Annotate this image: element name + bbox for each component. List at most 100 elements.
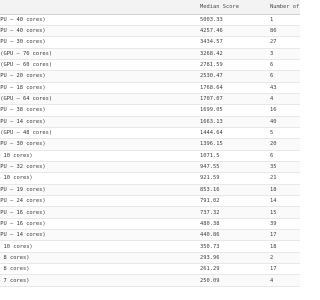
median-score-cell: 261.29 — [200, 266, 220, 273]
column-header-number-of-benchmarks[interactable]: Number of Be — [264, 0, 300, 14]
table-row[interactable]: ro (GPU — 16 cores) 737.32 15 — [0, 206, 300, 219]
device-cell: ltra (GPU — 64 cores) — [0, 96, 53, 103]
benchmark-count-cell: 3 — [270, 50, 274, 57]
device-cell: ro (GPU — 20 cores) — [0, 73, 46, 80]
device-cell: GPU — 10 cores) — [0, 152, 33, 159]
device-cell: ltra (GPU — 48 cores) — [0, 130, 53, 137]
table-row[interactable]: ltra (GPU — 64 cores) 1707.07 4 — [0, 93, 300, 105]
device-cell: ax (GPU — 30 cores) — [0, 39, 46, 46]
device-cell: ro (GPU — 18 cores) — [0, 84, 46, 91]
device-cell: ro (GPU — 16 cores) — [0, 209, 46, 216]
table-row[interactable]: ax (GPU — 32 cores) 947.55 35 — [0, 161, 300, 173]
median-score-cell: 480.38 — [200, 220, 220, 227]
benchmark-count-cell: 2 — [270, 254, 274, 261]
median-score-cell: 1396.15 — [200, 141, 223, 148]
benchmark-count-cell: 21 — [270, 175, 277, 182]
benchmark-count-cell: 17 — [270, 266, 277, 273]
benchmark-count-cell: 86 — [270, 28, 277, 35]
benchmark-count-cell: 35 — [270, 164, 277, 171]
median-score-cell: 1699.05 — [200, 107, 223, 114]
table-row[interactable]: ltra (GPU — 60 cores) 2781.59 6 — [0, 59, 300, 71]
table-row[interactable]: ro (GPU — 19 cores) 853.16 18 — [0, 184, 300, 196]
table-row[interactable]: ro (GPU — 14 cores) 1663.13 40 — [0, 116, 300, 128]
column-header-device[interactable] — [0, 0, 194, 14]
median-score-cell: 1071.5 — [200, 152, 220, 159]
table-row[interactable]: GPU — 10 cores) 350.73 18 — [0, 240, 300, 253]
column-header-median-score[interactable]: Median Score — [194, 0, 264, 14]
median-score-cell: 2530.47 — [200, 73, 223, 80]
table-row[interactable]: ro (GPU — 16 cores) 480.38 39 — [0, 218, 300, 230]
header-row: Median Score Number of Be — [0, 0, 300, 14]
device-cell: ax (GPU — 24 cores) — [0, 198, 46, 205]
median-score-cell: 1444.64 — [200, 130, 223, 137]
device-cell: ax (GPU — 32 cores) — [0, 164, 46, 171]
table-row[interactable]: GPU — 10 cores) 1071.5 6 — [0, 150, 300, 162]
device-cell: ltra (GPU — 76 cores) — [0, 50, 53, 57]
device-cell: GPU — 10 cores) — [0, 243, 33, 250]
benchmark-count-cell: 6 — [270, 152, 274, 159]
median-score-cell: 2781.59 — [200, 62, 223, 69]
table-row[interactable]: ax (GPU — 30 cores) 1396.15 20 — [0, 138, 300, 151]
table-header: Median Score Number of Be — [0, 0, 300, 14]
median-score-cell: 737.32 — [200, 209, 220, 216]
benchmark-count-cell: 4 — [270, 277, 274, 284]
gpu-benchmark-table: Median Score Number of Be ax (GPU — 40 c… — [0, 0, 300, 287]
table-row[interactable]: ltra (GPU — 76 cores) 3268.42 3 — [0, 48, 300, 60]
median-score-cell: 250.09 — [200, 277, 220, 284]
table-row[interactable]: ax (GPU — 38 cores) 1699.05 16 — [0, 104, 300, 117]
table-row[interactable]: ro (GPU — 20 cores) 2530.47 6 — [0, 70, 300, 83]
median-score-cell: 440.86 — [200, 232, 220, 239]
device-cell: GPU — 8 cores) — [0, 254, 30, 261]
median-score-cell: 921.59 — [200, 175, 220, 182]
benchmark-count-cell: 17 — [270, 232, 277, 239]
benchmark-count-cell: 18 — [270, 243, 277, 250]
benchmark-count-cell: 40 — [270, 118, 277, 125]
results-table-viewport: Median Score Number of Be ax (GPU — 40 c… — [0, 0, 300, 300]
table-row[interactable]: ax (GPU — 24 cores) 791.02 14 — [0, 195, 300, 207]
median-score-cell: 791.02 — [200, 198, 220, 205]
median-score-cell: 1707.07 — [200, 96, 223, 103]
benchmark-count-cell: 6 — [270, 62, 274, 69]
benchmark-count-cell: 1 — [270, 16, 274, 23]
table-row[interactable]: GPU — 10 cores) 921.59 21 — [0, 172, 300, 185]
benchmark-count-cell: 16 — [270, 107, 277, 114]
median-score-cell: 853.16 — [200, 186, 220, 193]
median-score-cell: 350.73 — [200, 243, 220, 250]
median-score-cell: 3268.42 — [200, 50, 223, 57]
benchmark-count-cell: 27 — [270, 39, 277, 46]
median-score-cell: 3434.57 — [200, 39, 223, 46]
median-score-cell: 1768.64 — [200, 84, 223, 91]
benchmark-count-cell: 14 — [270, 198, 277, 205]
benchmark-count-cell: 18 — [270, 186, 277, 193]
device-cell: ro (GPU — 19 cores) — [0, 186, 46, 193]
table-row[interactable]: ax (GPU — 30 cores) 3434.57 27 — [0, 36, 300, 49]
device-cell: ax (GPU — 40 cores) — [0, 16, 46, 23]
table-row[interactable]: ro (GPU — 18 cores) 1768.64 43 — [0, 82, 300, 94]
device-cell: ax (GPU — 30 cores) — [0, 141, 46, 148]
table-row[interactable]: ax (GPU — 40 cores) 5003.33 1 — [0, 14, 300, 26]
benchmark-count-cell: 43 — [270, 84, 277, 91]
device-cell: ro (GPU — 14 cores) — [0, 232, 46, 239]
table-row[interactable]: ro (GPU — 14 cores) 440.86 17 — [0, 229, 300, 241]
table-row[interactable]: GPU — 8 cores) 261.29 17 — [0, 263, 300, 275]
table-row[interactable]: ax (GPU — 40 cores) 4257.46 86 — [0, 25, 300, 37]
table-row[interactable]: ltra (GPU — 48 cores) 1444.64 5 — [0, 127, 300, 139]
device-cell: ax (GPU — 38 cores) — [0, 107, 46, 114]
benchmark-count-cell: 15 — [270, 209, 277, 216]
median-score-cell: 1663.13 — [200, 118, 223, 125]
device-cell: ax (GPU — 40 cores) — [0, 28, 46, 35]
benchmark-count-cell: 6 — [270, 73, 274, 80]
median-score-cell: 293.96 — [200, 254, 220, 261]
device-cell: GPU — 10 cores) — [0, 175, 33, 182]
table-row[interactable]: GPU — 7 cores) 250.09 4 — [0, 274, 300, 287]
device-cell: ro (GPU — 14 cores) — [0, 118, 46, 125]
median-score-cell: 5003.33 — [200, 16, 223, 23]
median-score-cell: 4257.46 — [200, 28, 223, 35]
benchmark-count-cell: 20 — [270, 141, 277, 148]
benchmark-count-cell: 5 — [270, 130, 274, 137]
table-row[interactable]: GPU — 8 cores) 293.96 2 — [0, 252, 300, 264]
benchmark-count-cell: 39 — [270, 220, 277, 227]
device-cell: GPU — 7 cores) — [0, 277, 30, 284]
table-body: ax (GPU — 40 cores)5003.331ax (GPU — 40 … — [0, 14, 300, 287]
device-cell: ro (GPU — 16 cores) — [0, 220, 46, 227]
